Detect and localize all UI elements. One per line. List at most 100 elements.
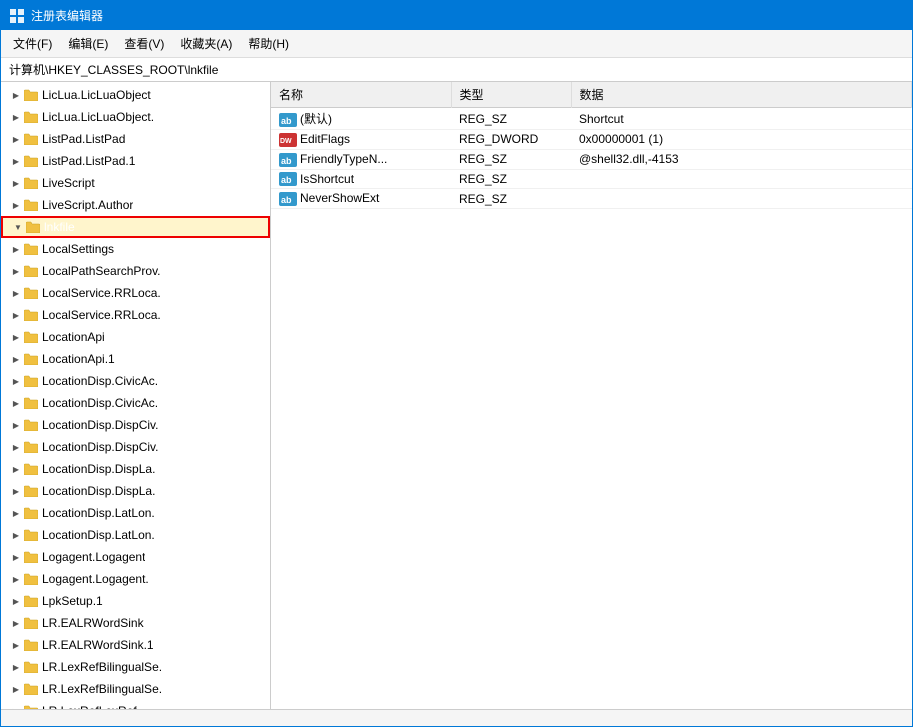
folder-icon-lrealrwordsink1	[23, 637, 39, 653]
tree-item-livescript[interactable]: ▶ LiveScript	[1, 172, 270, 194]
tree-item-lrlexrefbilingual1[interactable]: ▶ LR.LexRefBilingualSe.	[1, 656, 270, 678]
tree-arrow-liclua-liclua: ▶	[9, 91, 23, 100]
tree-item-localservicerrloca2[interactable]: ▶ LocalService.RRLoca.	[1, 304, 270, 326]
table-header-row: 名称 类型 数据	[271, 82, 912, 108]
tree-label-locationdispcivica1: LocationDisp.CivicAc.	[42, 374, 158, 388]
tree-arrow-lrealrwordsink1: ▶	[9, 641, 23, 650]
cell-name-friendlytypename: ab FriendlyTypeN...	[271, 149, 451, 169]
tree-item-lpksetup1[interactable]: ▶ LpkSetup.1	[1, 590, 270, 612]
tree-item-locationdispdispla2[interactable]: ▶ LocationDisp.DispLa.	[1, 480, 270, 502]
tree-item-lrlexrefbilingual2[interactable]: ▶ LR.LexRefBilingualSe.	[1, 678, 270, 700]
tree-arrow-locationdispcivica2: ▶	[9, 399, 23, 408]
tree-arrow-locationdispdispciv2: ▶	[9, 443, 23, 452]
content-panel[interactable]: 名称 类型 数据 ab (默认)REG_SZShortcut DW EditFl…	[271, 82, 912, 709]
menu-edit[interactable]: 编辑(E)	[60, 32, 116, 55]
cell-data-nevershowext	[571, 189, 912, 209]
tree-label-lnkfile: lnkfile	[44, 220, 75, 234]
folder-icon-localsettings	[23, 241, 39, 257]
folder-icon-localservicerrloca2	[23, 307, 39, 323]
tree-item-locationdispcivica2[interactable]: ▶ LocationDisp.CivicAc.	[1, 392, 270, 414]
tree-item-locationdispdispciv1[interactable]: ▶ LocationDisp.DispCiv.	[1, 414, 270, 436]
tree-item-logagent[interactable]: ▶ Logagent.Logagent	[1, 546, 270, 568]
folder-icon-locationdispdispciv1	[23, 417, 39, 433]
tree-item-localservicerrloca1[interactable]: ▶ LocalService.RRLoca.	[1, 282, 270, 304]
folder-icon-locationdisptatlon1	[23, 505, 39, 521]
menu-file[interactable]: 文件(F)	[5, 32, 60, 55]
tree-arrow-lpksetup1: ▶	[9, 597, 23, 606]
tree-item-lrealrwordsink[interactable]: ▶ LR.EALRWordSink	[1, 612, 270, 634]
menu-view[interactable]: 查看(V)	[116, 32, 172, 55]
tree-label-lrlexrefbilingual1: LR.LexRefBilingualSe.	[42, 660, 162, 674]
tree-item-locationapi[interactable]: ▶ LocationApi	[1, 326, 270, 348]
tree-arrow-listpad: ▶	[9, 135, 23, 144]
tree-item-lrealrwordsink1[interactable]: ▶ LR.EALRWordSink.1	[1, 634, 270, 656]
table-row[interactable]: ab FriendlyTypeN...REG_SZ@shell32.dll,-4…	[271, 149, 912, 169]
tree-arrow-localservicerrloca2: ▶	[9, 311, 23, 320]
tree-item-lnkfile[interactable]: ▼ lnkfile	[1, 216, 270, 238]
cell-name-default: ab (默认)	[271, 108, 451, 130]
tree-item-locationdisptatlon2[interactable]: ▶ LocationDisp.LatLon.	[1, 524, 270, 546]
tree-item-liclua-liclua[interactable]: ▶ LicLua.LicLuaObject	[1, 84, 270, 106]
tree-item-locationdisptatlon1[interactable]: ▶ LocationDisp.LatLon.	[1, 502, 270, 524]
tree-label-listpad1: ListPad.ListPad.1	[42, 154, 135, 168]
folder-icon-locationdispdispla2	[23, 483, 39, 499]
menu-help[interactable]: 帮助(H)	[240, 32, 297, 55]
tree-label-locationdispdispla2: LocationDisp.DispLa.	[42, 484, 155, 498]
folder-icon-liclua-liclua	[23, 87, 39, 103]
tree-label-logagent: Logagent.Logagent	[42, 550, 145, 564]
col-type[interactable]: 类型	[451, 82, 571, 108]
tree-arrow-liclua-liclua2: ▶	[9, 113, 23, 122]
table-row[interactable]: DW EditFlagsREG_DWORD0x00000001 (1)	[271, 130, 912, 150]
table-row[interactable]: ab (默认)REG_SZShortcut	[271, 108, 912, 130]
cell-type-friendlytypename: REG_SZ	[451, 149, 571, 169]
tree-item-locationapi1[interactable]: ▶ LocationApi.1	[1, 348, 270, 370]
reg-type-icon-isshortcut: ab	[279, 172, 297, 186]
svg-text:ab: ab	[281, 116, 292, 126]
cell-data-friendlytypename: @shell32.dll,-4153	[571, 149, 912, 169]
registry-editor-window: 注册表编辑器 文件(F) 编辑(E) 查看(V) 收藏夹(A) 帮助(H) 计算…	[0, 0, 913, 727]
tree-label-lrlexrefbilingual2: LR.LexRefBilingualSe.	[42, 682, 162, 696]
folder-icon-liclua-liclua2	[23, 109, 39, 125]
window-title: 注册表编辑器	[31, 7, 103, 24]
tree-item-lrlexreflexref[interactable]: ▶ LR.LexRefLexRef.	[1, 700, 270, 709]
tree-arrow-lrlexrefbilingual1: ▶	[9, 663, 23, 672]
tree-arrow-localpathsearch: ▶	[9, 267, 23, 276]
tree-label-locationdisptatlon1: LocationDisp.LatLon.	[42, 506, 155, 520]
address-bar: 计算机\HKEY_CLASSES_ROOT\lnkfile	[1, 58, 912, 82]
table-row[interactable]: ab IsShortcutREG_SZ	[271, 169, 912, 189]
tree-arrow-localsettings: ▶	[9, 245, 23, 254]
tree-panel[interactable]: ▶ LicLua.LicLuaObject▶ LicLua.LicLuaObje…	[1, 82, 271, 709]
tree-item-localsettings[interactable]: ▶ LocalSettings	[1, 238, 270, 260]
folder-icon-livescriptauthor	[23, 197, 39, 213]
tree-item-locationdispdispla1[interactable]: ▶ LocationDisp.DispLa.	[1, 458, 270, 480]
tree-item-localpathsearch[interactable]: ▶ LocalPathSearchProv.	[1, 260, 270, 282]
folder-icon-logagent	[23, 549, 39, 565]
tree-item-livescriptauthor[interactable]: ▶ LiveScript.Author	[1, 194, 270, 216]
col-name[interactable]: 名称	[271, 82, 451, 108]
col-data[interactable]: 数据	[571, 82, 912, 108]
table-row[interactable]: ab NeverShowExtREG_SZ	[271, 189, 912, 209]
tree-label-liclua-liclua: LicLua.LicLuaObject	[42, 88, 151, 102]
tree-item-listpad1[interactable]: ▶ ListPad.ListPad.1	[1, 150, 270, 172]
folder-icon-locationapi	[23, 329, 39, 345]
tree-item-logagent2[interactable]: ▶ Logagent.Logagent.	[1, 568, 270, 590]
tree-arrow-locationdispcivica1: ▶	[9, 377, 23, 386]
folder-icon-lrlexrefbilingual2	[23, 681, 39, 697]
tree-arrow-locationdisptatlon1: ▶	[9, 509, 23, 518]
folder-icon-livescript	[23, 175, 39, 191]
tree-arrow-locationdispdispla2: ▶	[9, 487, 23, 496]
svg-text:ab: ab	[281, 156, 292, 166]
tree-label-locationdispdispla1: LocationDisp.DispLa.	[42, 462, 155, 476]
folder-icon-lrlexrefbilingual1	[23, 659, 39, 675]
tree-item-locationdispdispciv2[interactable]: ▶ LocationDisp.DispCiv.	[1, 436, 270, 458]
cell-type-nevershowext: REG_SZ	[451, 189, 571, 209]
cell-name-nevershowext: ab NeverShowExt	[271, 189, 451, 209]
folder-icon-locationdispcivica2	[23, 395, 39, 411]
menu-favorites[interactable]: 收藏夹(A)	[172, 32, 240, 55]
reg-type-icon-editflags: DW	[279, 133, 297, 147]
tree-label-lrealrwordsink1: LR.EALRWordSink.1	[42, 638, 154, 652]
cell-name-isshortcut: ab IsShortcut	[271, 169, 451, 189]
tree-item-listpad[interactable]: ▶ ListPad.ListPad	[1, 128, 270, 150]
tree-item-locationdispcivica1[interactable]: ▶ LocationDisp.CivicAc.	[1, 370, 270, 392]
tree-item-liclua-liclua2[interactable]: ▶ LicLua.LicLuaObject.	[1, 106, 270, 128]
